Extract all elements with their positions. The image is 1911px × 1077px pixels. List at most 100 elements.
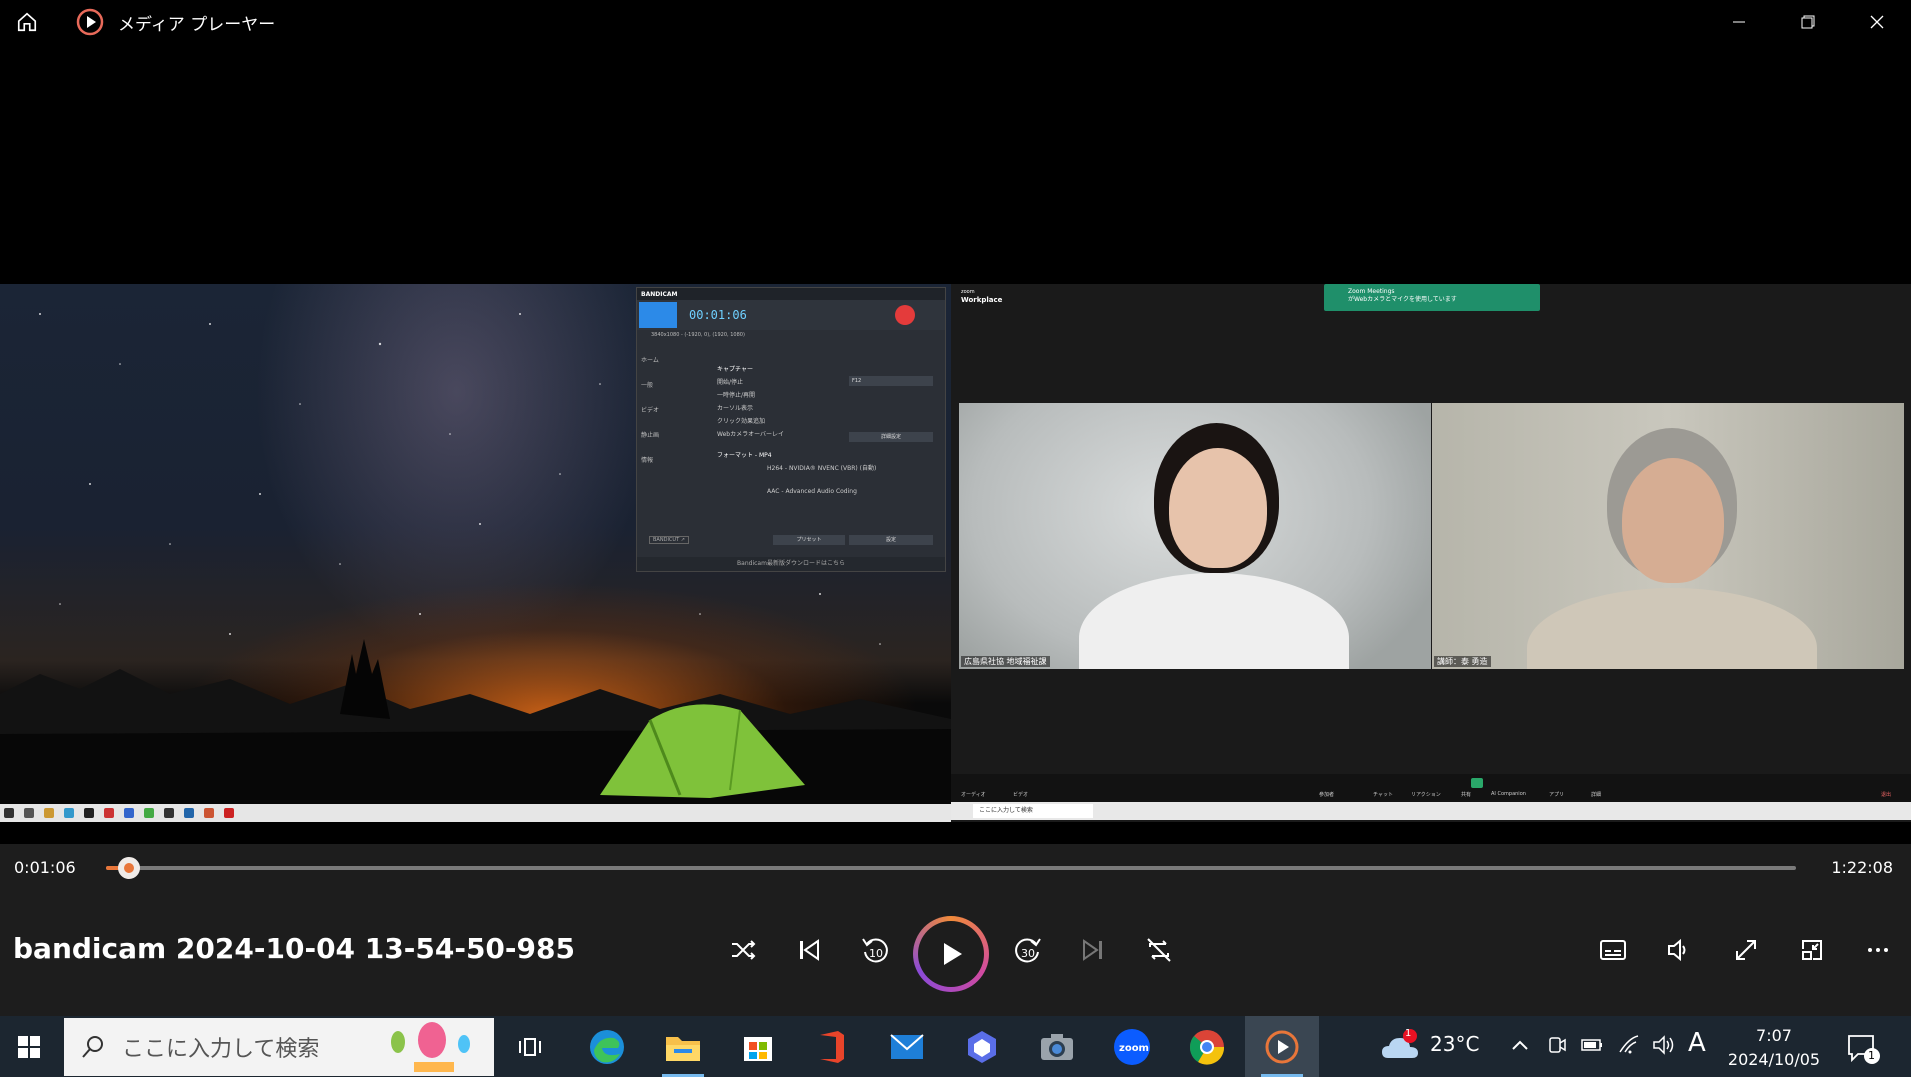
minimize-icon	[1732, 21, 1745, 23]
taskbar-edge[interactable]	[570, 1016, 644, 1077]
home-button[interactable]	[0, 0, 54, 44]
bandicam-timer: 00:01:06	[689, 308, 747, 322]
mail-icon	[890, 1033, 924, 1059]
next-button[interactable]	[1071, 928, 1115, 972]
bandicut-link: BANDICUT ↗	[649, 536, 689, 544]
player-controls: bandicam 2024-10-04 13-54-50-985 10 30	[0, 892, 1911, 1016]
share-icon	[1471, 778, 1483, 788]
notification-count: 1	[1868, 1049, 1875, 1062]
media-title: bandicam 2024-10-04 13-54-50-985	[13, 932, 575, 965]
wifi-icon[interactable]	[1618, 1034, 1640, 1056]
zoom-share-label: 共有	[1461, 792, 1472, 798]
shuffle-button[interactable]	[721, 928, 765, 972]
bandicam-preset-button: プリセット	[773, 535, 845, 545]
clock-time: 7:07	[1756, 1026, 1792, 1045]
edge-icon	[590, 1029, 624, 1064]
recorded-search-box: ここに入力して検索	[973, 804, 1093, 818]
bandicam-screen-mode-button	[639, 302, 677, 328]
bandicam-section-format: フォーマット - MP4	[717, 452, 772, 459]
zoom-icon: zoom	[1114, 1028, 1150, 1065]
bandicam-option: 一時停止/再開	[717, 392, 756, 399]
tent-image	[600, 704, 805, 798]
total-time: 1:22:08	[1831, 858, 1893, 877]
bandicam-settings-button: 設定	[849, 535, 933, 545]
taskbar-store[interactable]	[721, 1016, 795, 1077]
repeat-off-icon	[1147, 938, 1171, 962]
zoom-brand: zoom Workplace	[961, 289, 1003, 304]
next-icon	[1083, 939, 1102, 961]
weather-temperature[interactable]: 23°C	[1430, 1032, 1479, 1056]
zoom-more-label: 詳細	[1591, 792, 1602, 798]
start-button[interactable]	[0, 1016, 58, 1077]
bandicam-brand: BANDICAM	[641, 290, 678, 298]
title-bar: メディア プレーヤー	[0, 0, 1911, 44]
camera-icon	[1041, 1033, 1073, 1060]
taskbar-chrome[interactable]	[1170, 1016, 1244, 1077]
bandicam-detail-button: 詳細設定	[849, 432, 933, 442]
meet-now-icon[interactable]	[1547, 1034, 1567, 1056]
forward-30-icon: 30	[1015, 938, 1041, 963]
taskbar-copilot[interactable]	[945, 1016, 1019, 1077]
windows-logo-icon	[18, 1035, 40, 1058]
recorded-taskbar-left	[0, 804, 951, 822]
forward-30-button[interactable]: 30	[1006, 928, 1050, 972]
weather-icon[interactable]	[1380, 1028, 1422, 1064]
chevron-up-icon[interactable]	[1511, 1038, 1529, 1052]
seek-thumb[interactable]	[117, 857, 140, 879]
miniplayer-button[interactable]	[1790, 928, 1834, 972]
zoom-video-label: ビデオ	[1013, 792, 1029, 798]
folder-icon	[666, 1036, 700, 1061]
captions-button[interactable]	[1591, 928, 1635, 972]
participant-face	[1622, 458, 1724, 583]
home-icon	[17, 12, 37, 32]
svg-text:30: 30	[1021, 947, 1035, 960]
play-button[interactable]	[913, 916, 989, 992]
video-area[interactable]: BANDICAM 00:01:06 3840x1080 - (-1920, 0)…	[0, 44, 1911, 844]
zoom-toolbar: オーディオ ビデオ 参加者 チャット リアクション 共有 AI Companio…	[951, 774, 1911, 802]
close-button[interactable]	[1842, 0, 1911, 44]
taskbar-search-box[interactable]: ここに入力して検索	[64, 1018, 494, 1076]
recorded-taskbar-right: ここに入力して検索	[951, 802, 1911, 820]
battery-icon[interactable]	[1580, 1036, 1604, 1054]
ime-indicator[interactable]: A	[1688, 1028, 1706, 1058]
restore-button[interactable]	[1773, 0, 1842, 44]
left-desktop-recording: BANDICAM 00:01:06 3840x1080 - (-1920, 0)…	[0, 284, 951, 822]
minimize-button[interactable]	[1704, 0, 1773, 44]
fullscreen-button[interactable]	[1724, 928, 1768, 972]
office-icon	[820, 1030, 844, 1063]
taskbar-media-player[interactable]	[1245, 1016, 1319, 1077]
taskbar-mail[interactable]	[870, 1016, 944, 1077]
taskbar-file-explorer[interactable]	[646, 1016, 720, 1077]
repeat-button[interactable]	[1137, 928, 1181, 972]
more-icon	[1868, 948, 1888, 952]
rewind-10-button[interactable]: 10	[853, 928, 897, 972]
zoom-ai-label: AI Companion	[1491, 791, 1526, 797]
taskbar-clock[interactable]: 7:07 2024/10/05	[1726, 1024, 1822, 1072]
fullscreen-icon	[1736, 940, 1756, 960]
zoom-window-recording: zoom Workplace Zoom Meetings がWebカメラとマイク…	[951, 284, 1911, 822]
balloons-icon	[391, 1022, 470, 1072]
speaker-icon[interactable]	[1652, 1034, 1676, 1056]
seek-bar-row: 0:01:06 1:22:08	[0, 844, 1911, 892]
bandicam-nav-image: 静止画	[641, 432, 660, 439]
volume-icon	[1668, 938, 1686, 962]
seek-slider[interactable]	[106, 857, 1796, 879]
volume-button[interactable]	[1656, 928, 1700, 972]
bandicam-record-button	[895, 305, 915, 325]
bandicam-nav-video: ビデオ	[641, 407, 660, 414]
search-icon	[82, 1036, 103, 1058]
zoom-chat-label: チャット	[1373, 792, 1393, 798]
bandicam-nav-general: 一般	[641, 382, 654, 389]
taskbar-camera[interactable]	[1020, 1016, 1094, 1077]
zoom-reactions-label: リアクション	[1411, 792, 1441, 798]
zoom-participants-label: 参加者	[1319, 792, 1335, 798]
more-options-button[interactable]	[1856, 928, 1900, 972]
previous-button[interactable]	[787, 928, 831, 972]
taskbar-zoom[interactable]: zoom	[1095, 1016, 1169, 1077]
bandicam-nav-info: 情報	[641, 457, 654, 464]
current-time: 0:01:06	[14, 858, 76, 877]
task-view-button[interactable]	[493, 1016, 567, 1077]
bandicam-option: カーソル表示	[717, 405, 754, 412]
bandicam-option: クリック効果追加	[717, 418, 766, 425]
taskbar-office[interactable]	[795, 1016, 869, 1077]
